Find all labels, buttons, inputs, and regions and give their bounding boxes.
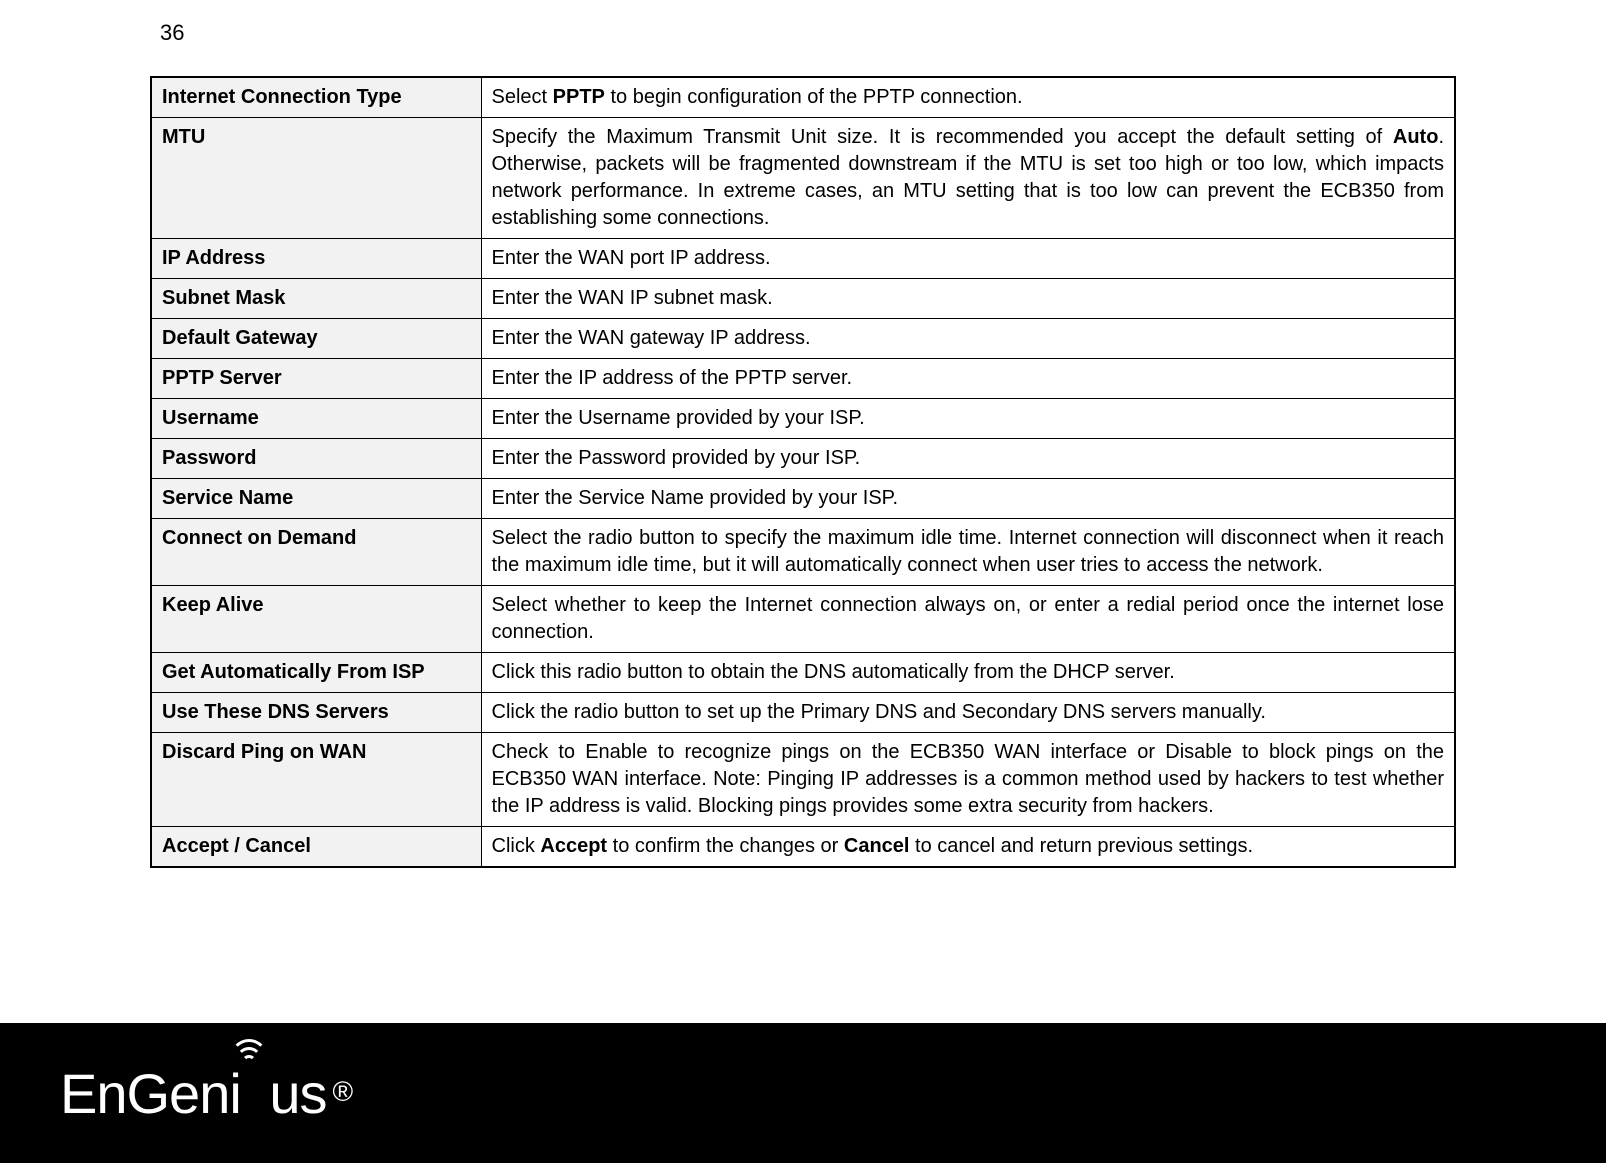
table-row: Connect on DemandSelect the radio button…: [151, 519, 1455, 586]
setting-description: Enter the WAN gateway IP address.: [481, 319, 1455, 359]
setting-description: Click the radio button to set up the Pri…: [481, 693, 1455, 733]
setting-description: Click Accept to confirm the changes or C…: [481, 827, 1455, 868]
table-row: Username Enter the Username provided by y…: [151, 399, 1455, 439]
setting-key: Username: [151, 399, 481, 439]
table-row: Discard Ping on WANCheck to Enable to re…: [151, 733, 1455, 827]
desc-text: Select whether to keep the Internet conn…: [492, 594, 1445, 643]
setting-description: Select PPTP to begin configuration of th…: [481, 77, 1455, 118]
table-row: Use These DNS Servers Click the radio but…: [151, 693, 1455, 733]
setting-key: Use These DNS Servers: [151, 693, 481, 733]
setting-key: Connect on Demand: [151, 519, 481, 586]
desc-text: Enter the Username provided by your ISP.: [492, 407, 865, 429]
setting-description: Click this radio button to obtain the DN…: [481, 653, 1455, 693]
setting-description: Enter the Service Name provided by your …: [481, 479, 1455, 519]
desc-bold: PPTP: [553, 86, 605, 108]
desc-bold: Auto: [1393, 126, 1439, 148]
desc-bold: Accept: [540, 835, 607, 857]
settings-table: Internet Connection TypeSelect PPTP to b…: [150, 76, 1456, 868]
table-row: Password Enter the Password provided by y…: [151, 439, 1455, 479]
table-row: Get Automatically From ISP Click this rad…: [151, 653, 1455, 693]
desc-text: Click the radio button to set up the Pri…: [492, 701, 1266, 723]
setting-key: Default Gateway: [151, 319, 481, 359]
setting-key: MTU: [151, 118, 481, 239]
engenius-logo: EnGenius®: [60, 1061, 353, 1126]
desc-text: Enter the WAN IP subnet mask.: [492, 287, 773, 309]
desc-text: Enter the WAN port IP address.: [492, 247, 771, 269]
setting-description: Select whether to keep the Internet conn…: [481, 586, 1455, 653]
setting-key: PPTP Server: [151, 359, 481, 399]
setting-description: Enter the WAN port IP address.: [481, 239, 1455, 279]
setting-key: Discard Ping on WAN: [151, 733, 481, 827]
desc-text: to cancel and return previous settings.: [909, 835, 1253, 857]
setting-description: Select the radio button to specify the m…: [481, 519, 1455, 586]
desc-text: Enter the Service Name provided by your …: [492, 487, 899, 509]
desc-text: Click this radio button to obtain the DN…: [492, 661, 1175, 683]
table-row: Subnet Mask Enter the WAN IP subnet mask.: [151, 279, 1455, 319]
registered-icon: ®: [333, 1076, 354, 1108]
logo-text-right: us: [269, 1061, 326, 1126]
desc-text: Enter the Password provided by your ISP.: [492, 447, 861, 469]
desc-text: Enter the IP address of the PPTP server.: [492, 367, 853, 389]
desc-text: Select the radio button to specify the m…: [492, 527, 1445, 576]
page-number: 36: [160, 20, 1456, 46]
table-row: Accept / CancelClick Accept to confirm t…: [151, 827, 1455, 868]
table-row: Internet Connection TypeSelect PPTP to b…: [151, 77, 1455, 118]
setting-key: Internet Connection Type: [151, 77, 481, 118]
setting-description: Check to Enable to recognize pings on th…: [481, 733, 1455, 827]
setting-key: Accept / Cancel: [151, 827, 481, 868]
desc-text: to confirm the changes or: [607, 835, 844, 857]
desc-text: Select: [492, 86, 553, 108]
setting-description: Enter the Username provided by your ISP.: [481, 399, 1455, 439]
setting-key: Subnet Mask: [151, 279, 481, 319]
logo-text-left: EnGen: [60, 1061, 229, 1126]
desc-text: Enter the WAN gateway IP address.: [492, 327, 811, 349]
desc-text: Click: [492, 835, 541, 857]
setting-key: Get Automatically From ISP: [151, 653, 481, 693]
table-row: MTU Specify the Maximum Transmit Unit siz…: [151, 118, 1455, 239]
desc-text: Check to Enable to recognize pings on th…: [492, 741, 1445, 817]
setting-key: Service Name: [151, 479, 481, 519]
table-row: PPTP Server Enter the IP address of the P…: [151, 359, 1455, 399]
wifi-icon: i: [229, 1061, 269, 1126]
setting-description: Enter the IP address of the PPTP server.: [481, 359, 1455, 399]
desc-text: Specify the Maximum Transmit Unit size. …: [492, 126, 1393, 148]
footer-bar: EnGenius®: [0, 1023, 1606, 1163]
setting-key: Password: [151, 439, 481, 479]
table-row: Service Name Enter the Service Name provi…: [151, 479, 1455, 519]
setting-key: IP Address: [151, 239, 481, 279]
table-row: Keep AliveSelect whether to keep the Int…: [151, 586, 1455, 653]
table-row: Default Gateway Enter the WAN gateway IP …: [151, 319, 1455, 359]
desc-text: to begin configuration of the PPTP conne…: [605, 86, 1023, 108]
setting-description: Enter the WAN IP subnet mask.: [481, 279, 1455, 319]
desc-bold: Cancel: [844, 835, 910, 857]
setting-description: Enter the Password provided by your ISP.: [481, 439, 1455, 479]
setting-key: Keep Alive: [151, 586, 481, 653]
table-row: IP Address Enter the WAN port IP address.: [151, 239, 1455, 279]
setting-description: Specify the Maximum Transmit Unit size. …: [481, 118, 1455, 239]
